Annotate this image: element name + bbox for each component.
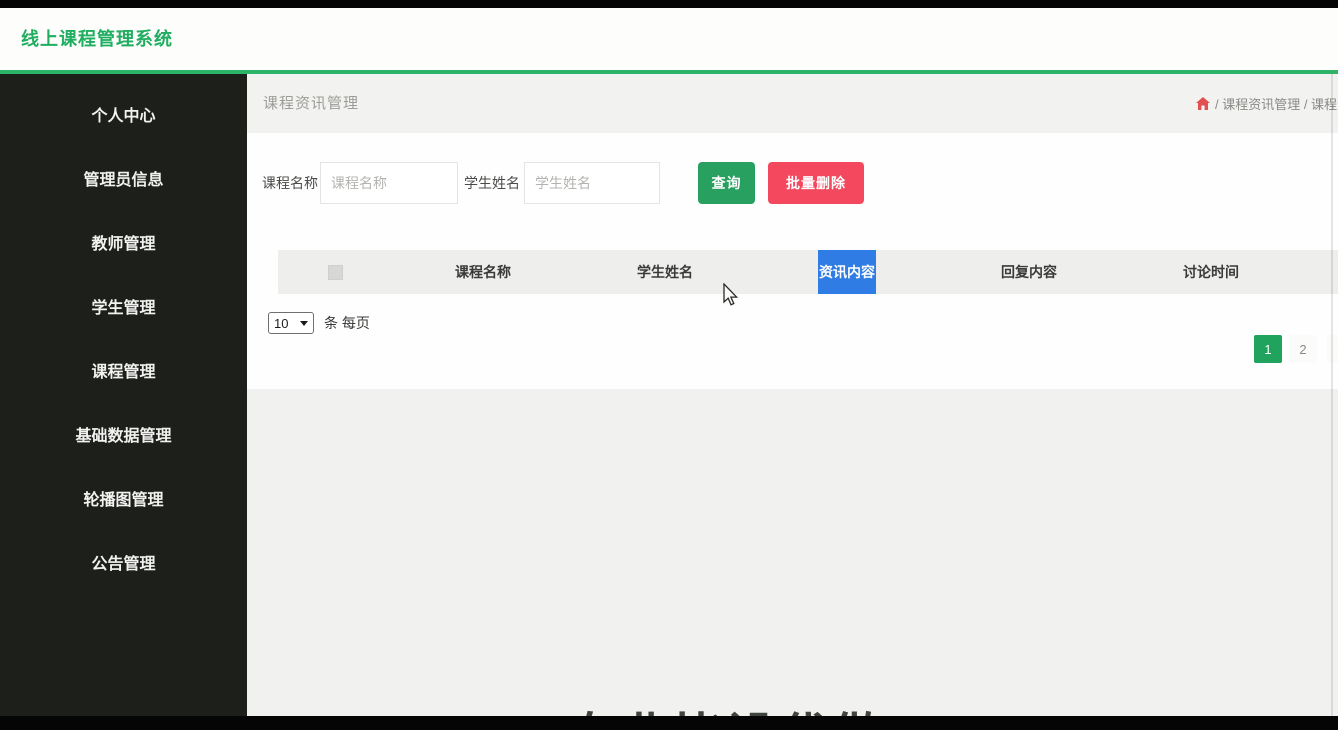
scroll-edge-line [1331,74,1333,716]
student-name-label: 学生姓名 [464,175,520,191]
chevron-down-icon [300,320,308,326]
select-all-checkbox[interactable] [327,264,343,280]
student-name-input[interactable] [524,162,660,204]
batch-delete-button[interactable]: 批量删除 [768,162,864,204]
page-button-1[interactable]: 1 [1254,335,1282,363]
query-button[interactable]: 查询 [698,162,755,204]
page-button-2[interactable]: 2 [1289,335,1317,363]
app-title: 线上课程管理系统 [21,29,173,49]
page-title: 课程资讯管理 [263,95,360,112]
sidebar-item-student-mgmt[interactable]: 学生管理 [0,274,247,338]
app-header: 线上课程管理系统 [0,8,1338,70]
table-header-checkbox-cell [278,250,392,294]
column-header-info-content: 资讯内容 [756,250,938,294]
sidebar-item-carousel-mgmt[interactable]: 轮播图管理 [0,466,247,530]
screen: 线上课程管理系统 个人中心 管理员信息 教师管理 学生管理 课程管理 基础数据管… [0,0,1338,730]
page-size-select[interactable]: 10 [268,312,314,334]
page-size-value: 10 [274,315,289,331]
letterbox-bottom [0,716,1338,730]
sidebar-item-base-data-mgmt[interactable]: 基础数据管理 [0,402,247,466]
course-name-label: 课程名称 [262,175,318,191]
home-icon[interactable] [1196,97,1210,110]
per-page-label: 条 每页 [324,315,370,331]
letterbox-top [0,0,1338,8]
sidebar-item-course-mgmt[interactable]: 课程管理 [0,338,247,402]
column-header-discussion-time: 讨论时间 [1183,264,1239,280]
table-header-row: 课程名称 学生姓名 资讯内容 回复内容 讨论时间 [278,250,1338,294]
sidebar-item-admin-info[interactable]: 管理员信息 [0,146,247,210]
sidebar-item-teacher-mgmt[interactable]: 教师管理 [0,210,247,274]
sidebar: 个人中心 管理员信息 教师管理 学生管理 课程管理 基础数据管理 轮播图管理 公… [0,74,247,716]
column-header-reply-content: 回复内容 [1001,264,1057,280]
sidebar-item-announcement-mgmt[interactable]: 公告管理 [0,530,247,594]
content-panel: 课程名称 学生姓名 查询 批量删除 课程名称 学生姓名 资讯内容 回复内容 讨论… [247,133,1338,389]
page-title-bar: 课程资讯管理 / 课程资讯管理 / 课程资讯管理 [247,74,1338,133]
course-name-input[interactable] [320,162,458,204]
mouse-cursor [720,282,742,312]
header-divider [0,70,1338,74]
breadcrumb-path: / 课程资讯管理 / 课程资讯管理 [1215,97,1338,112]
column-header-course-name: 课程名称 [455,264,511,280]
sidebar-item-personal-center[interactable]: 个人中心 [0,82,247,146]
selected-column-text: 资讯内容 [818,250,876,294]
breadcrumb[interactable]: / 课程资讯管理 / 课程资讯管理 [1196,74,1338,133]
